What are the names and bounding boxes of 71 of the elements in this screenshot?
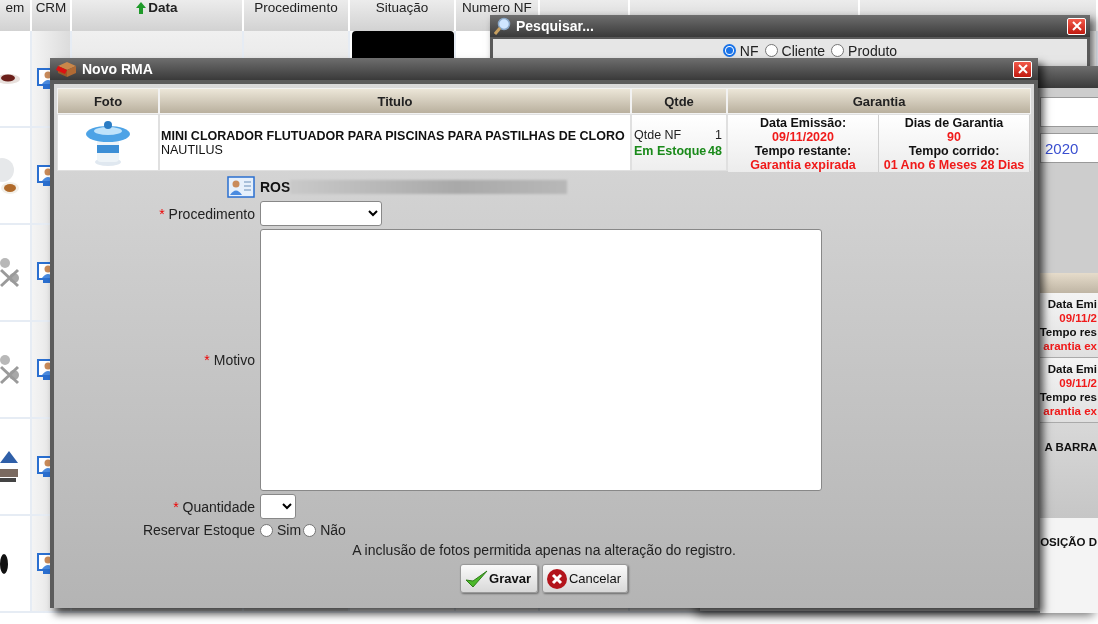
box-icon xyxy=(56,60,78,78)
radio-button[interactable] xyxy=(764,44,778,57)
column-header[interactable]: CRM xyxy=(35,1,67,14)
input-field[interactable] xyxy=(1040,97,1098,127)
close-button[interactable] xyxy=(1067,17,1086,35)
cell-text: arantia ex xyxy=(1043,404,1097,418)
column-header[interactable]: Situação xyxy=(375,1,429,14)
cell-text: 01 Ano 6 Meses 28 Dias xyxy=(882,158,1026,172)
column-header: Titulo xyxy=(159,88,631,114)
cell-text: 90 xyxy=(946,130,962,144)
option-label: Cliente xyxy=(781,42,826,59)
customer-name: ROS xyxy=(260,179,291,195)
field-label: Motivo xyxy=(213,352,255,368)
required-mark: * xyxy=(159,205,165,222)
field-label: Quantidade xyxy=(182,498,255,515)
column-header[interactable]: Data xyxy=(136,1,178,14)
column-header[interactable]: Procedimento xyxy=(254,1,338,14)
cell-text: Tempo restante: xyxy=(753,144,853,158)
procedure-select[interactable] xyxy=(260,201,382,226)
cell-text: Tempo corrido: xyxy=(907,144,1001,158)
option-label: Produto xyxy=(848,42,898,59)
column-header: Foto xyxy=(57,88,159,114)
product-title: MINI CLORADOR FLUTUADOR PARA PISCINAS PARA PASTILHAS DE CLORO xyxy=(161,128,626,143)
search-icon xyxy=(494,17,512,35)
close-button[interactable] xyxy=(1013,60,1032,78)
radio-button[interactable] xyxy=(831,44,845,57)
column-header: Garantia xyxy=(727,88,1031,114)
option-label: NF xyxy=(739,42,759,59)
qty-label: Qtde NF xyxy=(634,127,682,143)
cell-text: Tempo res xyxy=(1039,325,1097,339)
save-button[interactable]: Gravar xyxy=(460,564,538,593)
sort-up-arrow-icon xyxy=(136,1,147,14)
radio-button[interactable] xyxy=(303,523,317,537)
window-title: Novo RMA xyxy=(82,61,153,77)
cell-text: 09/11/2020 xyxy=(771,130,835,144)
close-icon xyxy=(1017,64,1028,74)
cell-text: Tempo res xyxy=(1039,390,1097,404)
required-mark: * xyxy=(173,498,179,515)
product-brand: NAUTILUS xyxy=(161,142,224,157)
cell-text: 09/11/2 xyxy=(1059,376,1097,390)
column-header: Qtde xyxy=(631,88,727,114)
qty-value: 1 xyxy=(715,127,722,143)
cell-text: Garantia expirada xyxy=(749,158,857,172)
radio-button[interactable] xyxy=(260,523,273,537)
cancel-icon xyxy=(545,567,568,590)
info-note: A inclusão de fotos permitida apenas na alteração do registro. xyxy=(351,542,737,558)
column-header[interactable]: Numero NF xyxy=(462,1,532,14)
close-icon xyxy=(1071,21,1082,31)
column-label: OSIÇÃO D xyxy=(1040,536,1097,548)
cell-text: Data Emi xyxy=(1047,362,1097,376)
cancel-button[interactable]: Cancelar xyxy=(541,564,628,593)
option-label: Não xyxy=(320,522,346,538)
cell-text: Dias de Garantia xyxy=(903,116,1005,130)
radio-button[interactable] xyxy=(722,44,736,57)
required-mark: * xyxy=(204,352,210,368)
option-label: Sim xyxy=(277,522,302,538)
cell-text: Data Emissão: xyxy=(758,116,848,130)
cell-text: arantia ex xyxy=(1043,339,1097,353)
cell-text: 09/11/2 xyxy=(1059,311,1097,325)
column-label: A BARRA xyxy=(1044,441,1097,453)
column-header[interactable]: em xyxy=(5,1,25,14)
qty-value: 48 xyxy=(708,143,722,159)
qty-label: Em Estoque xyxy=(634,143,707,159)
field-label: Reservar Estoque xyxy=(142,522,255,538)
field-label: Procedimento xyxy=(168,205,255,222)
cell-text: Data Emi xyxy=(1047,297,1097,311)
input-field[interactable]: 2020 xyxy=(1040,133,1098,163)
quantity-select[interactable] xyxy=(260,494,296,519)
check-icon xyxy=(464,568,488,589)
window-title: Pesquisar... xyxy=(516,18,594,34)
table-header xyxy=(1040,273,1098,293)
